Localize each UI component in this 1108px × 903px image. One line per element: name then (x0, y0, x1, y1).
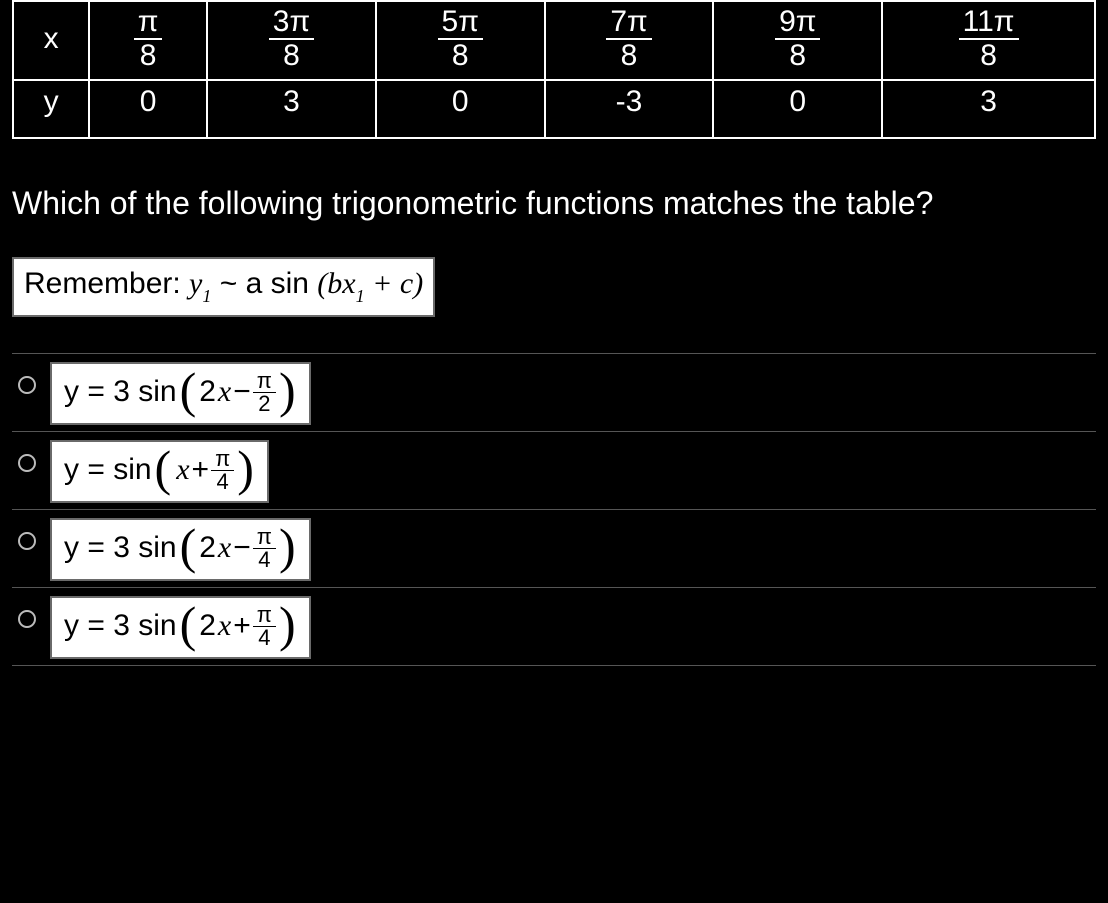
hint-plus: + (365, 267, 400, 300)
option-formula[interactable]: y = sin ( x + π4 ) (50, 440, 269, 503)
option-formula[interactable]: y = 3 sin ( 2x − π2 ) (50, 362, 311, 425)
hint-c: c (400, 267, 413, 300)
hint-prefix: Remember: (24, 267, 189, 300)
coef: 2 (199, 609, 216, 643)
option-1[interactable]: y = 3 sin ( 2x − π2 ) (12, 353, 1096, 431)
radio-icon[interactable] (18, 376, 36, 394)
op: + (233, 609, 251, 643)
question-text: Which of the following trigonometric fun… (12, 179, 1096, 229)
hint-sub: 1 (202, 286, 211, 306)
coef: 2 (199, 375, 216, 409)
op: − (233, 531, 251, 565)
rparen-icon: ) (278, 604, 297, 644)
rparen-icon: ) (278, 526, 297, 566)
op: − (233, 375, 251, 409)
fraction: π4 (211, 448, 234, 493)
lhs: y = 3 sin (64, 609, 177, 643)
y-cell: 0 (713, 80, 882, 138)
option-3[interactable]: y = 3 sin ( 2x − π4 ) (12, 509, 1096, 587)
lhs: y = 3 sin (64, 375, 177, 409)
hint-bx: bx (327, 267, 355, 300)
coef: 2 (199, 531, 216, 565)
x-cell: 7π8 (545, 1, 714, 80)
hint-rpar: ) (413, 267, 423, 300)
options-list: y = 3 sin ( 2x − π2 ) y = sin ( x + π4 (12, 353, 1096, 666)
hint-box: Remember: y1 ~ a sin (bx1 + c) (12, 257, 435, 317)
var: x (176, 453, 189, 487)
option-formula[interactable]: y = 3 sin ( 2x − π4 ) (50, 518, 311, 581)
radio-icon[interactable] (18, 454, 36, 472)
x-cell: 9π8 (713, 1, 882, 80)
hint-y: y (189, 267, 202, 300)
xy-table: x π8 3π8 5π8 7π8 9π8 11π8 y 0 3 0 -3 0 3 (12, 0, 1096, 139)
var: x (218, 375, 231, 409)
y-cell: -3 (545, 80, 714, 138)
table-row: x π8 3π8 5π8 7π8 9π8 11π8 (13, 1, 1095, 80)
y-cell: 0 (376, 80, 545, 138)
lhs: y = 3 sin (64, 531, 177, 565)
fraction: π4 (253, 526, 276, 571)
var: x (218, 609, 231, 643)
y-cell: 0 (89, 80, 207, 138)
radio-icon[interactable] (18, 532, 36, 550)
radio-icon[interactable] (18, 610, 36, 628)
fraction: π4 (253, 604, 276, 649)
table-row: y 0 3 0 -3 0 3 (13, 80, 1095, 138)
lparen-icon: ( (179, 370, 198, 410)
x-cell: 5π8 (376, 1, 545, 80)
x-cell: 3π8 (207, 1, 376, 80)
x-cell: 11π8 (882, 1, 1095, 80)
hint-mid: ~ a sin (211, 267, 317, 300)
option-4[interactable]: y = 3 sin ( 2x + π4 ) (12, 587, 1096, 666)
lhs: y = sin (64, 453, 152, 487)
op: + (192, 453, 210, 487)
option-formula[interactable]: y = 3 sin ( 2x + π4 ) (50, 596, 311, 659)
y-cell: 3 (207, 80, 376, 138)
hint-sub2: 1 (356, 286, 365, 306)
lparen-icon: ( (179, 526, 198, 566)
rparen-icon: ) (278, 370, 297, 410)
row-header-x: x (13, 1, 89, 80)
var: x (218, 531, 231, 565)
hint-lpar: ( (317, 267, 327, 300)
lparen-icon: ( (179, 604, 198, 644)
row-header-y: y (13, 80, 89, 138)
y-cell: 3 (882, 80, 1095, 138)
lparen-icon: ( (154, 448, 173, 488)
rparen-icon: ) (236, 448, 255, 488)
x-cell: π8 (89, 1, 207, 80)
option-2[interactable]: y = sin ( x + π4 ) (12, 431, 1096, 509)
fraction: π2 (253, 370, 276, 415)
